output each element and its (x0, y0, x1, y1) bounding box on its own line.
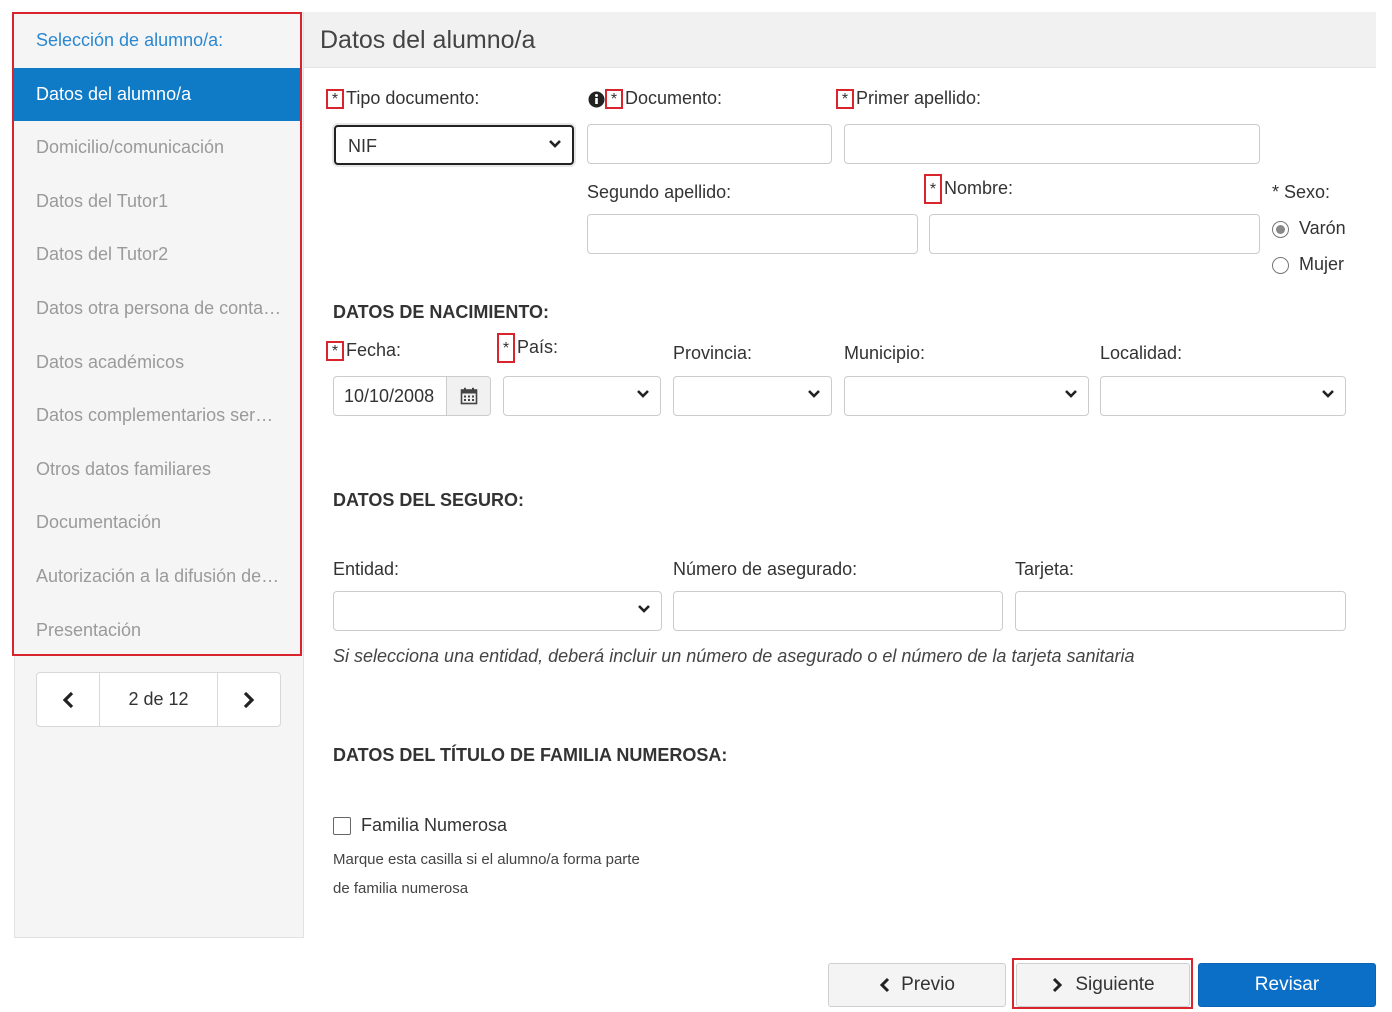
sidebar-item-academicos[interactable]: Datos académicos (14, 336, 300, 390)
provincia-select[interactable] (673, 376, 832, 416)
required-marker: * (605, 89, 623, 110)
sidebar-item-domicilio[interactable]: Domicilio/comunicación (14, 121, 300, 175)
required-marker: * (497, 333, 515, 363)
chevron-left-icon (62, 691, 74, 708)
nacimiento-section-title: DATOS DE NACIMIENTO: (333, 302, 550, 322)
chevron-down-icon (1065, 390, 1077, 398)
tipo-documento-select[interactable]: NIF (334, 125, 574, 165)
municipio-label: Municipio: (844, 343, 926, 363)
page-title: Datos del alumno/a (304, 12, 1376, 68)
info-icon[interactable] (588, 91, 605, 108)
numero-asegurado-label: Número de asegurado: (673, 559, 858, 579)
fecha-label: * Fecha: (326, 340, 401, 362)
sidebar-item-autorizacion[interactable]: Autorización a la difusión de imágenes (14, 550, 300, 604)
sexo-label: * Sexo: (1272, 182, 1331, 202)
calendar-icon (460, 387, 477, 405)
familia-help-text: Marque esta casilla si el alumno/a forma… (333, 845, 640, 903)
pager-next-button[interactable] (218, 673, 280, 726)
pais-select[interactable] (503, 376, 661, 416)
tarjeta-label: Tarjeta: (1015, 559, 1075, 579)
required-marker: * (326, 341, 344, 362)
segundo-apellido-input[interactable] (587, 214, 918, 254)
required-marker: * (836, 89, 854, 110)
sidebar-nav: Selección de alumno/a: Datos del alumno/… (12, 12, 302, 656)
chevron-right-icon (243, 691, 255, 708)
radio-varon[interactable] (1272, 220, 1289, 238)
sidebar-item-tutor2[interactable]: Datos del Tutor2 (14, 228, 300, 282)
sidebar-item-presentacion[interactable]: Presentación (14, 604, 300, 658)
chevron-down-icon (549, 140, 561, 148)
familia-section-title: DATOS DEL TÍTULO DE FAMILIA NUMEROSA: (333, 745, 728, 765)
sidebar-item-seleccion-alumno[interactable]: Selección de alumno/a: (14, 14, 300, 68)
tarjeta-input[interactable] (1015, 591, 1346, 631)
fecha-input[interactable]: 10/10/2008 (333, 376, 491, 416)
tipo-documento-label: * Tipo documento: (326, 88, 479, 110)
sexo-option-mujer[interactable]: Mujer (1272, 254, 1344, 275)
required-marker: * (924, 174, 942, 204)
pager-status: 2 de 12 (99, 673, 218, 726)
familia-numerosa-option[interactable]: Familia Numerosa (333, 815, 507, 836)
sidebar-item-documentacion[interactable]: Documentación (14, 496, 300, 550)
sidebar-item-tutor1[interactable]: Datos del Tutor1 (14, 175, 300, 229)
localidad-select[interactable] (1100, 376, 1346, 416)
sidebar-item-otra-persona[interactable]: Datos otra persona de contacto (14, 282, 300, 336)
chevron-down-icon (637, 390, 649, 398)
entidad-select[interactable] (333, 591, 662, 631)
sidebar-item-otros-familiares[interactable]: Otros datos familiares (14, 443, 300, 497)
documento-label: * Documento: (588, 88, 722, 110)
sidebar-item-complementarios[interactable]: Datos complementarios servicios (14, 389, 300, 443)
provincia-label: Provincia: (673, 343, 753, 363)
required-marker: * (326, 89, 344, 110)
revisar-button[interactable]: Revisar (1198, 963, 1376, 1007)
familia-help-line: de familia numerosa (333, 880, 469, 897)
pais-label: * País: (497, 333, 558, 363)
localidad-label: Localidad: (1100, 343, 1183, 363)
seguro-hint: Si selecciona una entidad, deberá inclui… (333, 646, 1135, 666)
sidebar-item-datos-alumno[interactable]: Datos del alumno/a (14, 67, 300, 122)
municipio-select[interactable] (844, 376, 1089, 416)
chevron-down-icon (808, 390, 820, 398)
numero-asegurado-input[interactable] (673, 591, 1003, 631)
pager-prev-button[interactable] (37, 673, 99, 726)
documento-input[interactable] (587, 124, 832, 164)
chevron-left-icon (879, 977, 890, 993)
familia-numerosa-checkbox[interactable] (333, 817, 351, 836)
nombre-label: * Nombre: (924, 174, 1013, 204)
entidad-label: Entidad: (333, 559, 400, 579)
radio-mujer[interactable] (1272, 256, 1289, 274)
chevron-down-icon (638, 605, 650, 613)
segundo-apellido-label: Segundo apellido: (587, 182, 732, 202)
seguro-section-title: DATOS DEL SEGURO: (333, 490, 525, 510)
nombre-input[interactable] (929, 214, 1260, 254)
primer-apellido-label: * Primer apellido: (836, 88, 981, 110)
calendar-button[interactable] (446, 377, 490, 415)
step-pager: 2 de 12 (36, 672, 281, 727)
highlight-siguiente (1012, 958, 1193, 1009)
primer-apellido-input[interactable] (844, 124, 1260, 164)
previo-button[interactable]: Previo (828, 963, 1006, 1007)
sexo-option-varon[interactable]: Varón (1272, 218, 1346, 239)
familia-help-line: Marque esta casilla si el alumno/a forma… (333, 851, 640, 868)
chevron-down-icon (1322, 390, 1334, 398)
